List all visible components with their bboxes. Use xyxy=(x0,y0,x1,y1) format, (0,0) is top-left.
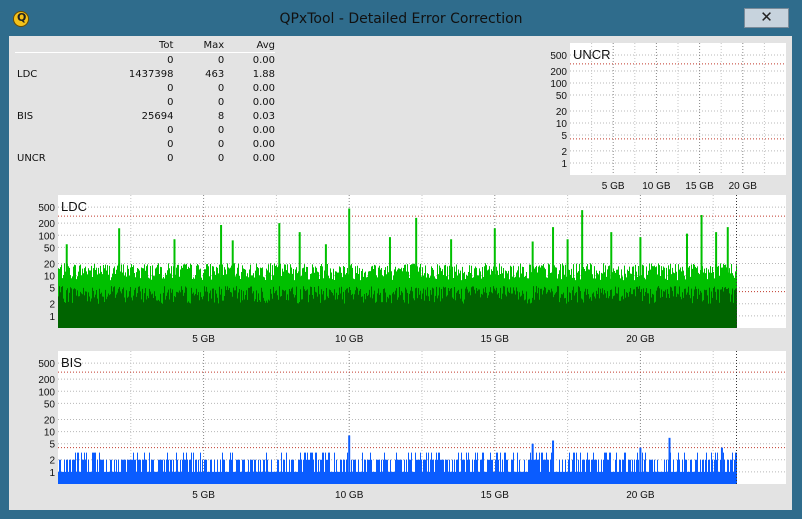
x-tick-label: 5 GB xyxy=(602,181,625,192)
y-tick-label: 50 xyxy=(556,91,568,102)
stats-cell-avg: 0.00 xyxy=(252,124,275,136)
stats-cell-max: 0 xyxy=(217,138,225,150)
stats-header-blank xyxy=(15,38,78,53)
stats-cell-label: BIS xyxy=(17,110,34,122)
x-tick-label: 15 GB xyxy=(481,490,510,501)
x-tick-label: 20 GB xyxy=(729,181,758,192)
stats-cell-label xyxy=(15,137,78,151)
stats-cell-tot: 0 xyxy=(167,152,174,164)
stats-header-max: Max xyxy=(203,39,225,51)
x-tick-label: 15 GB xyxy=(481,334,510,345)
y-tick-label: 500 xyxy=(38,359,55,370)
y-tick-label: 20 xyxy=(44,415,56,426)
y-tick-label: 10 xyxy=(44,428,56,439)
uncr-chart-svg: 5002001005020105215 GB 10 GB 15 GB 20 GBUNC… xyxy=(550,43,786,192)
y-tick-label: 2 xyxy=(49,456,55,467)
x-tick-label: 5 GB xyxy=(192,490,215,501)
y-tick-label: 20 xyxy=(556,107,568,118)
y-tick-label: 5 xyxy=(49,440,55,451)
stats-row: 0 0 0.00 xyxy=(15,81,275,95)
stats-cell-tot: 0 xyxy=(167,138,174,150)
stats-cell-tot: 0 xyxy=(167,96,174,108)
stats-cell-max: 0 xyxy=(217,82,225,94)
y-tick-label: 500 xyxy=(38,203,55,214)
stats-cell-tot: 0 xyxy=(167,124,174,136)
stats-row: LDC 1437398 463 1.88 xyxy=(15,67,275,81)
ldc-chart-svg: 5002001005020105215 GB 10 GB 15 GB 20 GBLDC xyxy=(38,195,786,345)
stats-table: Tot Max Avg 0 0 0.00 LDC 1437398 463 1.88 0 0 0.0… xyxy=(15,38,275,165)
y-tick-label: 5 xyxy=(49,284,55,295)
stats-cell-avg: 0.00 xyxy=(252,82,275,94)
stats-cell-max: 0 xyxy=(217,152,225,164)
stats-cell-avg: 0.00 xyxy=(252,152,275,164)
stats-header-avg: Avg xyxy=(256,39,275,51)
y-tick-label: 10 xyxy=(556,119,568,130)
y-tick-label: 1 xyxy=(561,159,567,170)
client-area: Tot Max Avg 0 0 0.00 LDC 1437398 463 1.88 0 0 0.0… xyxy=(9,36,792,510)
stats-cell-max: 0 xyxy=(217,96,225,108)
stats-cell-avg: 1.88 xyxy=(252,68,275,80)
close-button[interactable]: ✕ xyxy=(744,8,789,28)
stats-row: 0 0 0.00 xyxy=(15,53,275,68)
stats-row: BIS 25694 8 0.03 xyxy=(15,109,275,123)
y-tick-label: 100 xyxy=(38,231,55,242)
bis-chart: 500 200 100 50 20 10 5 2 1 5 GB 10 GB 15 GB 20 GB BIS xyxy=(19,349,788,504)
y-tick-label: 100 xyxy=(550,79,567,90)
stats-cell-avg: 0.00 xyxy=(252,54,275,66)
x-tick-label: 5 GB xyxy=(192,334,215,345)
y-tick-label: 50 xyxy=(44,243,56,254)
x-tick-label: 20 GB xyxy=(626,490,655,501)
y-tick-label: 10 xyxy=(44,272,56,283)
stats-cell-max: 0 xyxy=(217,124,225,136)
y-tick-label: 1 xyxy=(49,312,55,323)
stats-cell-tot: 0 xyxy=(167,82,174,94)
y-tick-label: 100 xyxy=(38,387,55,398)
y-tick-label: 50 xyxy=(44,399,56,410)
stats-cell-avg: 0.00 xyxy=(252,138,275,150)
bis-chart-svg: 5002001005020105215 GB 10 GB 15 GB 20 GBBIS xyxy=(38,351,786,501)
stats-cell-max: 8 xyxy=(217,110,225,122)
x-tick-label: 10 GB xyxy=(642,181,671,192)
stats-cell-label: LDC xyxy=(17,68,38,80)
y-tick-label: 2 xyxy=(561,147,567,158)
x-tick-label: 20 GB xyxy=(626,334,655,345)
stats-cell-tot: 1437398 xyxy=(128,68,174,80)
y-tick-label: 1 xyxy=(49,468,55,479)
y-tick-label: 500 xyxy=(550,51,567,62)
stats-cell-avg: 0.00 xyxy=(252,96,275,108)
y-tick-label: 200 xyxy=(38,375,55,386)
y-tick-label: 2 xyxy=(49,300,55,311)
stats-cell-tot: 25694 xyxy=(141,110,174,122)
stats-cell-label xyxy=(15,53,78,68)
stats-row: 0 0 0.00 xyxy=(15,123,275,137)
chart-title: BIS xyxy=(61,355,82,370)
stats-header-row: Tot Max Avg xyxy=(15,38,275,53)
ldc-chart: 500 200 100 50 20 10 5 2 1 5 GB 10 GB 15 GB 20 GB LDC xyxy=(19,194,788,348)
stats-row: 0 0 0.00 xyxy=(15,137,275,151)
x-tick-label: 15 GB xyxy=(685,181,714,192)
title-bar[interactable]: Q QPxTool - Detailed Error Correction ✕ xyxy=(0,0,802,36)
stats-cell-label xyxy=(15,81,78,95)
chart-title: LDC xyxy=(61,199,87,214)
y-tick-label: 200 xyxy=(38,219,55,230)
app-window: Q QPxTool - Detailed Error Correction ✕ … xyxy=(0,0,802,519)
stats-cell-max: 463 xyxy=(205,68,225,80)
stats-cell-max: 0 xyxy=(217,54,225,66)
stats-row: 0 0 0.00 xyxy=(15,95,275,109)
y-tick-label: 20 xyxy=(44,259,56,270)
chart-title: UNCR xyxy=(573,47,611,62)
x-tick-label: 10 GB xyxy=(335,490,364,501)
stats-row: UNCR 0 0 0.00 xyxy=(15,151,275,165)
stats-cell-avg: 0.03 xyxy=(252,110,275,122)
window-title: QPxTool - Detailed Error Correction xyxy=(279,11,523,27)
stats-header-tot: Tot xyxy=(158,39,174,51)
stats-cell-label xyxy=(15,123,78,137)
stats-cell-label: UNCR xyxy=(17,152,46,164)
stats-cell-tot: 0 xyxy=(167,54,174,66)
stats-cell-label xyxy=(15,95,78,109)
y-tick-label: 200 xyxy=(550,67,567,78)
y-tick-label: 5 xyxy=(561,131,567,142)
uncr-chart: 500 200 100 50 20 10 5 2 1 5 GB 10 GB 15 GB 20 GB UNC… xyxy=(542,39,788,194)
x-tick-label: 10 GB xyxy=(335,334,364,345)
